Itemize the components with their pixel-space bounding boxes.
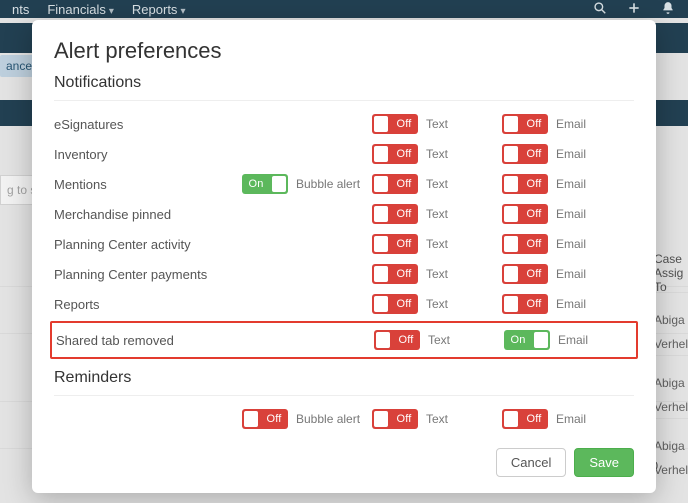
toggle-label: Email bbox=[556, 267, 586, 281]
cancel-button[interactable]: Cancel bbox=[496, 448, 566, 477]
notification-name: Planning Center payments bbox=[54, 267, 242, 282]
alert-preferences-modal: Alert preferences Notifications eSignatu… bbox=[32, 20, 656, 493]
toggle-label: Email bbox=[556, 297, 586, 311]
toggle-label: Text bbox=[428, 333, 450, 347]
toggle-label: Email bbox=[556, 207, 586, 221]
toggle-text[interactable]: Off bbox=[372, 234, 418, 254]
toggle-text[interactable]: Off bbox=[372, 204, 418, 224]
toggle-label: Email bbox=[556, 177, 586, 191]
toggle-text[interactable]: Off bbox=[372, 174, 418, 194]
toggle-label: Text bbox=[426, 267, 448, 281]
notification-row: Planning Center payments Off Text Off Email bbox=[54, 259, 634, 289]
notification-row: Merchandise pinned Off Text Off Email bbox=[54, 199, 634, 229]
toggle-email[interactable]: Off bbox=[502, 294, 548, 314]
divider bbox=[54, 100, 634, 101]
section-heading-reminders: Reminders bbox=[54, 369, 634, 387]
toggle-label: Text bbox=[426, 412, 448, 426]
notification-name: Mentions bbox=[54, 177, 242, 192]
toggle-text[interactable]: Off bbox=[372, 409, 418, 429]
toggle-label: Email bbox=[556, 412, 586, 426]
toggle-label: Email bbox=[556, 117, 586, 131]
notification-name: Reports bbox=[54, 297, 242, 312]
toggle-text[interactable]: Off bbox=[372, 294, 418, 314]
toggle-email[interactable]: Off bbox=[502, 114, 548, 134]
toggle-email[interactable]: Off bbox=[502, 174, 548, 194]
notification-name: Planning Center activity bbox=[54, 237, 242, 252]
toggle-label: Text bbox=[426, 237, 448, 251]
notification-row: eSignatures Off Text Off Email bbox=[54, 109, 634, 139]
notification-name: Shared tab removed bbox=[56, 333, 244, 348]
toggle-label: Email bbox=[558, 333, 588, 347]
toggle-email[interactable]: Off bbox=[502, 204, 548, 224]
notification-row: Shared tab removed Off Text On Email bbox=[50, 321, 638, 359]
toggle-bubble[interactable]: Off bbox=[242, 409, 288, 429]
toggle-text[interactable]: Off bbox=[372, 114, 418, 134]
section-heading-notifications: Notifications bbox=[54, 74, 634, 92]
save-button[interactable]: Save bbox=[574, 448, 634, 477]
toggle-label: Text bbox=[426, 297, 448, 311]
toggle-label: Text bbox=[426, 117, 448, 131]
toggle-label: Text bbox=[426, 207, 448, 221]
notification-row: Planning Center activity Off Text Off Email bbox=[54, 229, 634, 259]
toggle-label: Bubble alert bbox=[296, 412, 360, 426]
notification-name: Merchandise pinned bbox=[54, 207, 242, 222]
divider bbox=[54, 395, 634, 396]
toggle-email[interactable]: Off bbox=[502, 234, 548, 254]
toggle-email[interactable]: Off bbox=[502, 409, 548, 429]
notification-name: eSignatures bbox=[54, 117, 242, 132]
toggle-email[interactable]: On bbox=[504, 330, 550, 350]
reminder-row: Off Bubble alert Off Text Off Email bbox=[54, 404, 634, 434]
notification-row: Reports Off Text Off Email bbox=[54, 289, 634, 319]
toggle-text[interactable]: Off bbox=[372, 144, 418, 164]
toggle-email[interactable]: Off bbox=[502, 264, 548, 284]
toggle-label: Text bbox=[426, 177, 448, 191]
notification-row: Inventory Off Text Off Email bbox=[54, 139, 634, 169]
modal-footer: Cancel Save bbox=[54, 448, 634, 477]
notification-name: Inventory bbox=[54, 147, 242, 162]
toggle-label: Email bbox=[556, 237, 586, 251]
toggle-label: Email bbox=[556, 147, 586, 161]
toggle-label: Text bbox=[426, 147, 448, 161]
modal-title: Alert preferences bbox=[54, 38, 634, 64]
toggle-bubble[interactable]: On bbox=[242, 174, 288, 194]
toggle-text[interactable]: Off bbox=[374, 330, 420, 350]
toggle-label: Bubble alert bbox=[296, 177, 360, 191]
toggle-text[interactable]: Off bbox=[372, 264, 418, 284]
toggle-email[interactable]: Off bbox=[502, 144, 548, 164]
notification-row: MentionsOn Bubble alert Off Text Off Email bbox=[54, 169, 634, 199]
